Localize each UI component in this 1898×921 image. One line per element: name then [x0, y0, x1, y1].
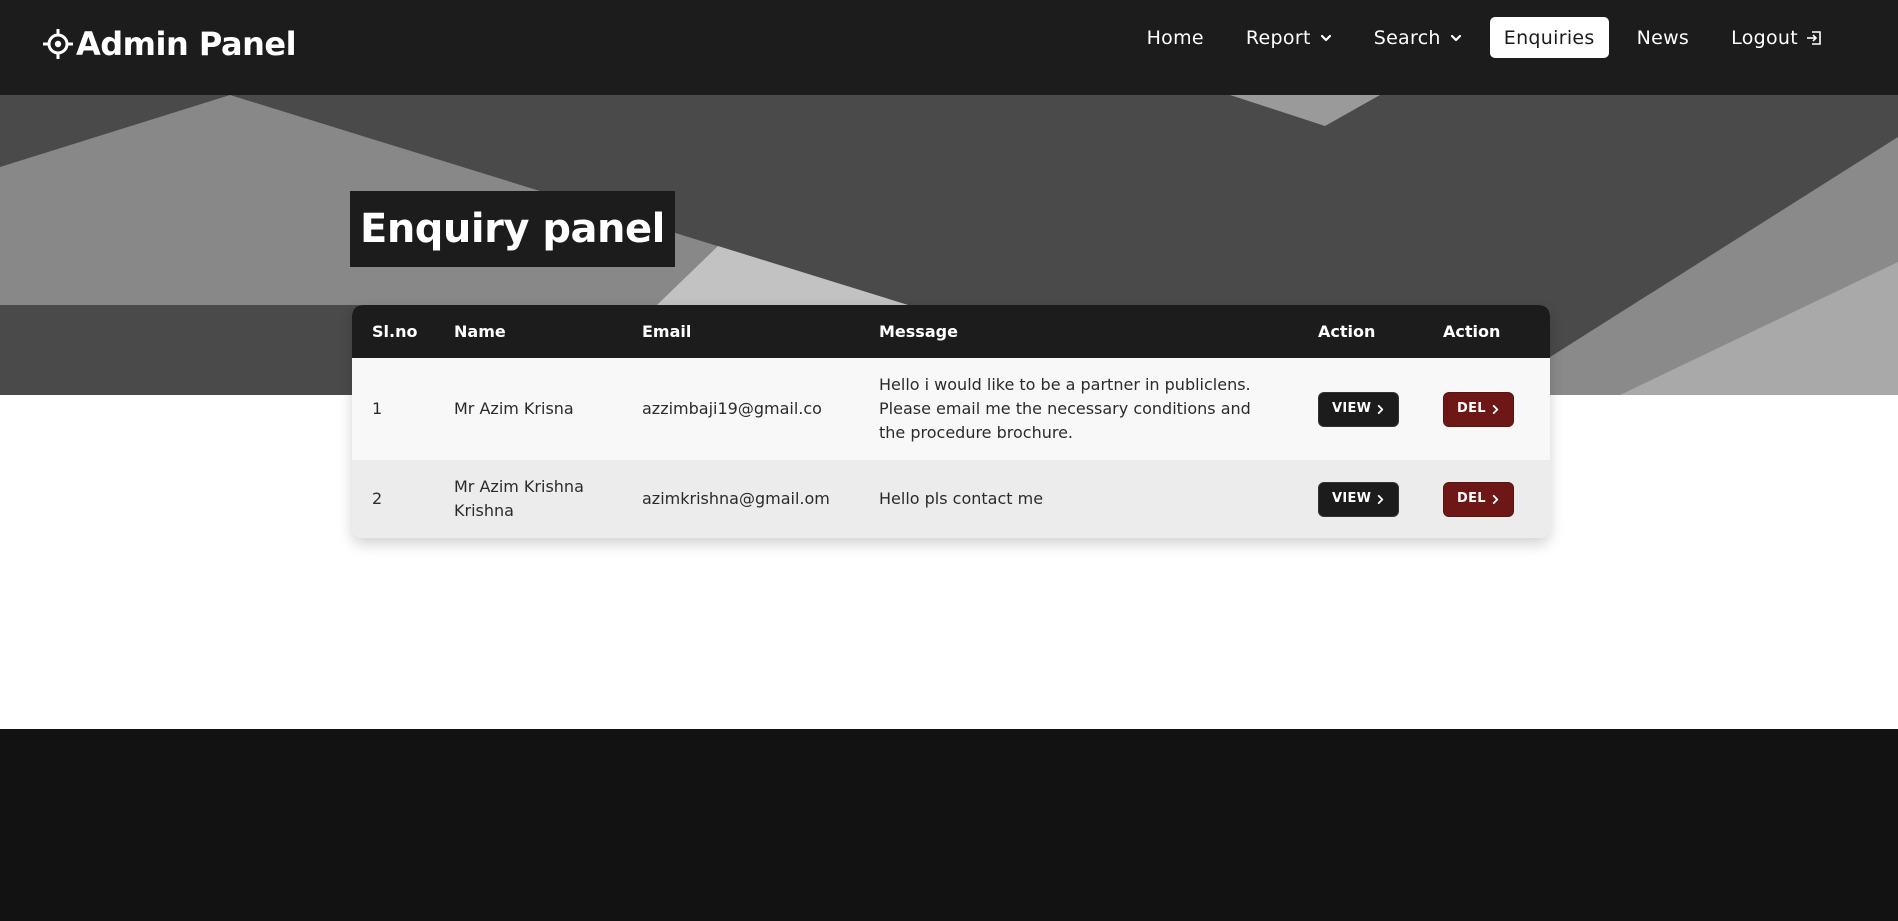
- header-email: Email: [642, 322, 692, 341]
- view-button[interactable]: VIEW: [1318, 481, 1400, 517]
- main-nav: Home Report Search Enquiries News Logout: [1133, 17, 1836, 58]
- delete-button-label: DEL: [1457, 401, 1486, 416]
- brand[interactable]: Admin Panel: [42, 24, 297, 64]
- delete-button[interactable]: DEL: [1443, 481, 1514, 517]
- cell-del-action: DEL: [1423, 460, 1550, 538]
- cell-slno: 1: [372, 399, 383, 418]
- nav-report-dropdown[interactable]: Report: [1232, 17, 1346, 58]
- chevron-down-icon: [1450, 34, 1461, 41]
- header-message: Message: [879, 322, 958, 341]
- chevron-right-icon: [1492, 404, 1499, 414]
- nav-report-label: Report: [1245, 26, 1311, 49]
- view-button-label: VIEW: [1332, 491, 1372, 506]
- table-row: 1 Mr Azim Krisna azzimbaji19@gmail.co He…: [352, 358, 1550, 460]
- nav-enquiries-label: Enquiries: [1503, 26, 1595, 49]
- cell-message: Hello i would like to be a partner in pu…: [859, 358, 1298, 460]
- table-header-row: Sl.no Name Email Message Action Action: [352, 305, 1550, 358]
- nav-search-dropdown[interactable]: Search: [1360, 17, 1476, 58]
- name-text: Mr Azim Krishna Krishna: [454, 477, 584, 520]
- nav-logout[interactable]: Logout: [1717, 17, 1836, 58]
- nav-news-label: News: [1636, 26, 1690, 49]
- chevron-right-icon: [1492, 494, 1499, 504]
- nav-logout-label: Logout: [1731, 26, 1798, 49]
- nav-home[interactable]: Home: [1133, 17, 1218, 58]
- message-text: Hello i would like to be a partner in pu…: [879, 375, 1251, 442]
- header-action: Action: [1318, 322, 1376, 341]
- table-row: 2 Mr Azim Krishna Krishna azimkrishna@gm…: [352, 460, 1550, 538]
- cell-name: Mr Azim Krisna: [454, 399, 574, 418]
- cell-view-action: VIEW: [1298, 358, 1423, 460]
- view-button[interactable]: VIEW: [1318, 391, 1400, 427]
- nav-search-label: Search: [1373, 26, 1441, 49]
- cell-del-action: DEL: [1423, 358, 1550, 460]
- logout-icon: [1807, 30, 1821, 45]
- nav-enquiries[interactable]: Enquiries: [1489, 17, 1609, 58]
- footer: [0, 729, 1898, 921]
- brand-title: Admin Panel: [76, 25, 297, 63]
- page-title-box: Enquiry panel: [350, 191, 675, 267]
- chevron-right-icon: [1378, 404, 1384, 414]
- chevron-right-icon: [1378, 494, 1384, 504]
- navbar: Admin Panel Home Report Search Enquiries…: [0, 0, 1898, 95]
- message-text: Hello pls contact me: [879, 489, 1044, 508]
- header-slno: Sl.no: [372, 322, 418, 341]
- header-name: Name: [454, 322, 506, 341]
- cell-view-action: VIEW: [1298, 460, 1423, 538]
- cell-message: Hello pls contact me: [859, 460, 1298, 538]
- chevron-down-icon: [1320, 34, 1331, 41]
- cell-slno: 2: [372, 489, 383, 508]
- nav-home-label: Home: [1146, 26, 1204, 49]
- delete-button[interactable]: DEL: [1443, 391, 1514, 427]
- nav-news[interactable]: News: [1623, 17, 1704, 58]
- header-action: Action: [1443, 322, 1501, 341]
- crosshair-icon: [43, 29, 73, 59]
- cell-email: azimkrishna@gmail.om: [642, 489, 830, 508]
- cell-name: Mr Azim Krishna Krishna: [434, 460, 622, 538]
- view-button-label: VIEW: [1332, 401, 1372, 416]
- enquiry-table: Sl.no Name Email Message Action Action 1…: [352, 305, 1550, 538]
- delete-button-label: DEL: [1457, 491, 1486, 506]
- page-title: Enquiry panel: [360, 206, 665, 252]
- cell-email: azzimbaji19@gmail.co: [642, 399, 822, 418]
